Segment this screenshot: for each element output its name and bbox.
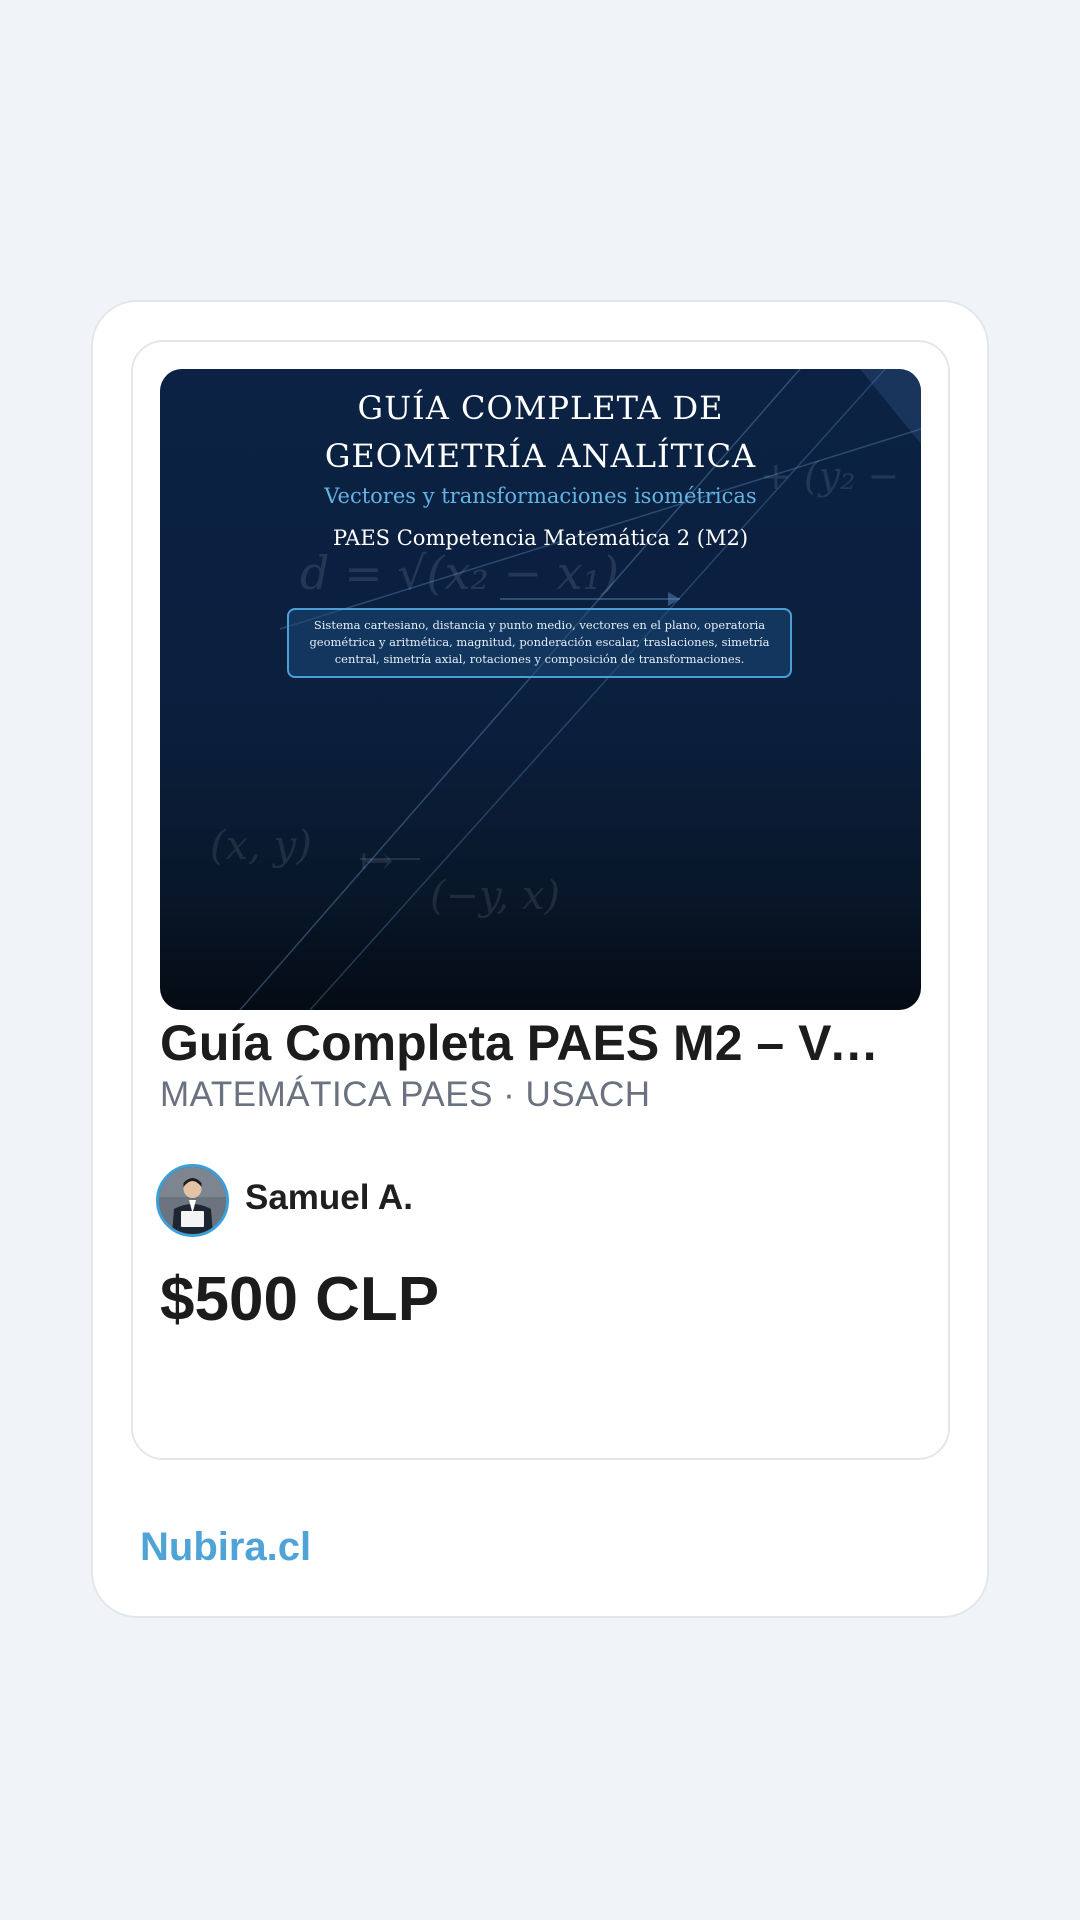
cover-subtitle: Vectores y transformaciones isométricas [324, 484, 757, 508]
product-category: MATEMÁTICA PAES · USACH [160, 1075, 651, 1114]
rotation-formula-to: (−y, x) [430, 873, 560, 919]
cover-topics-box: Sistema cartesiano, distancia y punto me… [287, 608, 792, 678]
rotation-formula-arrow: ↦ [360, 838, 394, 884]
author-name[interactable]: Samuel A. [245, 1176, 413, 1220]
cover-title-line-1: GUÍA COMPLETA DE [357, 389, 724, 427]
person-icon [159, 1167, 226, 1234]
brand-link[interactable]: Nubira.cl [140, 1522, 311, 1572]
product-price: $500 CLP [160, 1265, 440, 1334]
product-cover-image[interactable]: d = √(x₂ − x₁) (x, y) ↦ (−y, x) + (y₂ − … [160, 369, 921, 1010]
rotation-formula-from: (x, y) [210, 823, 312, 869]
cover-exam-label: PAES Competencia Matemática 2 (M2) [332, 526, 749, 550]
product-title[interactable]: Guía Completa PAES M2 – Vectores y trans… [160, 1011, 900, 1075]
distance-formula: d = √(x₂ − x₁) [300, 546, 619, 600]
cover-title: GUÍA COMPLETA DE GEOMETRÍA ANALÍTICA [160, 384, 921, 480]
cover-title-line-2: GEOMETRÍA ANALÍTICA [324, 437, 757, 475]
author-avatar[interactable] [156, 1164, 229, 1237]
